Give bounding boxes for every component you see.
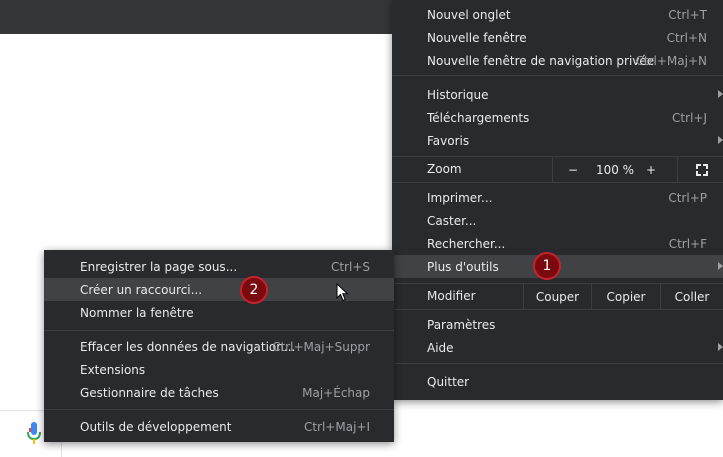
menu-item-find[interactable]: Rechercher... Ctrl+F bbox=[392, 232, 723, 255]
menu-item-shortcut: Ctrl+T bbox=[668, 7, 707, 22]
menu-item-label: Favoris bbox=[427, 133, 470, 148]
zoom-label: Zoom bbox=[427, 162, 462, 176]
menu-item-label: Gestionnaire de tâches bbox=[80, 385, 219, 400]
menu-separator bbox=[44, 330, 394, 331]
menu-item-label: Quitter bbox=[427, 374, 470, 389]
menu-item-shortcut: Ctrl+Maj+Suppr bbox=[272, 339, 370, 354]
menu-item-label: Nommer la fenêtre bbox=[80, 305, 194, 320]
cut-button[interactable]: Couper bbox=[523, 284, 591, 309]
zoom-controls: − 100 % + bbox=[552, 157, 723, 182]
more-tools-submenu: Enregistrer la page sous... Ctrl+S Créer… bbox=[44, 250, 394, 442]
menu-separator bbox=[44, 409, 394, 410]
menu-item-shortcut: Maj+Échap bbox=[302, 385, 370, 400]
menu-item-label: Effacer les données de navigation... bbox=[80, 339, 296, 354]
zoom-in-button[interactable]: + bbox=[643, 157, 659, 182]
mic-icon[interactable] bbox=[26, 420, 42, 446]
menu-item-label: Historique bbox=[427, 87, 489, 102]
menu-item-cast[interactable]: Caster... bbox=[392, 209, 723, 232]
menu-separator bbox=[392, 309, 723, 310]
menu-item-shortcut: Ctrl+J bbox=[672, 110, 707, 125]
zoom-row: Zoom − 100 % + bbox=[392, 157, 723, 182]
menu-item-incognito[interactable]: Nouvelle fenêtre de navigation privée Ct… bbox=[392, 49, 723, 72]
step-badge-1: 1 bbox=[533, 252, 561, 280]
menu-item-task-manager[interactable]: Gestionnaire de tâches Maj+Échap bbox=[44, 381, 394, 404]
menu-item-label: Imprimer... bbox=[427, 190, 493, 205]
chevron-right-icon bbox=[718, 343, 723, 351]
menu-item-shortcut: Ctrl+S bbox=[330, 259, 370, 274]
menu-item-label: Paramètres bbox=[427, 317, 496, 332]
menu-item-label: Rechercher... bbox=[427, 236, 506, 251]
menu-separator bbox=[392, 363, 723, 364]
menu-item-bookmarks[interactable]: Favoris bbox=[392, 129, 723, 152]
menu-item-shortcut: Ctrl+N bbox=[666, 30, 707, 45]
menu-item-label: Enregistrer la page sous... bbox=[80, 259, 238, 274]
paste-button[interactable]: Coller bbox=[660, 284, 723, 309]
menu-item-label: Aide bbox=[427, 340, 454, 355]
menu-item-history[interactable]: Historique bbox=[392, 83, 723, 106]
chevron-right-icon bbox=[718, 262, 723, 270]
menu-item-label: Plus d'outils bbox=[427, 259, 499, 274]
menu-item-save-page[interactable]: Enregistrer la page sous... Ctrl+S bbox=[44, 255, 394, 278]
menu-item-label: Caster... bbox=[427, 213, 477, 228]
menu-item-clear-data[interactable]: Effacer les données de navigation... Ctr… bbox=[44, 335, 394, 358]
menu-separator bbox=[392, 182, 723, 183]
chevron-right-icon bbox=[718, 136, 723, 144]
menu-item-label: Créer un raccourci... bbox=[80, 282, 203, 297]
chevron-right-icon bbox=[718, 90, 723, 98]
copy-button[interactable]: Copier bbox=[591, 284, 660, 309]
menu-item-downloads[interactable]: Téléchargements Ctrl+J bbox=[392, 106, 723, 129]
menu-item-shortcut: Ctrl+Maj+N bbox=[635, 53, 707, 68]
menu-separator bbox=[392, 75, 723, 76]
menu-item-shortcut: Ctrl+F bbox=[668, 236, 707, 251]
menu-item-label: Nouvelle fenêtre de navigation privée bbox=[427, 53, 655, 68]
menu-item-settings[interactable]: Paramètres bbox=[392, 313, 723, 336]
menu-item-name-window[interactable]: Nommer la fenêtre bbox=[44, 301, 394, 324]
zoom-out-button[interactable]: − bbox=[565, 157, 581, 182]
step-badge-2: 2 bbox=[240, 276, 268, 304]
menu-item-extensions[interactable]: Extensions bbox=[44, 358, 394, 381]
chrome-main-menu: Nouvel onglet Ctrl+T Nouvelle fenêtre Ct… bbox=[392, 0, 723, 400]
menu-item-shortcut: Ctrl+P bbox=[668, 190, 707, 205]
fullscreen-button[interactable] bbox=[677, 157, 723, 182]
menu-item-exit[interactable]: Quitter bbox=[392, 370, 723, 393]
menu-item-print[interactable]: Imprimer... Ctrl+P bbox=[392, 186, 723, 209]
menu-item-label: Extensions bbox=[80, 362, 146, 377]
zoom-level: 100 % bbox=[595, 162, 635, 177]
menu-item-label: Outils de développement bbox=[80, 419, 232, 434]
menu-item-label: Nouvel onglet bbox=[427, 7, 511, 22]
menu-item-new-window[interactable]: Nouvelle fenêtre Ctrl+N bbox=[392, 26, 723, 49]
mouse-pointer-icon bbox=[336, 283, 349, 302]
edit-label: Modifier bbox=[427, 289, 476, 303]
menu-item-help[interactable]: Aide bbox=[392, 336, 723, 359]
menu-item-new-tab[interactable]: Nouvel onglet Ctrl+T bbox=[392, 3, 723, 26]
menu-item-label: Téléchargements bbox=[427, 110, 530, 125]
menu-item-shortcut: Ctrl+Maj+I bbox=[303, 419, 370, 434]
menu-item-dev-tools[interactable]: Outils de développement Ctrl+Maj+I bbox=[44, 415, 394, 438]
menu-item-label: Nouvelle fenêtre bbox=[427, 30, 527, 45]
edit-row: Modifier Couper Copier Coller bbox=[392, 284, 723, 309]
